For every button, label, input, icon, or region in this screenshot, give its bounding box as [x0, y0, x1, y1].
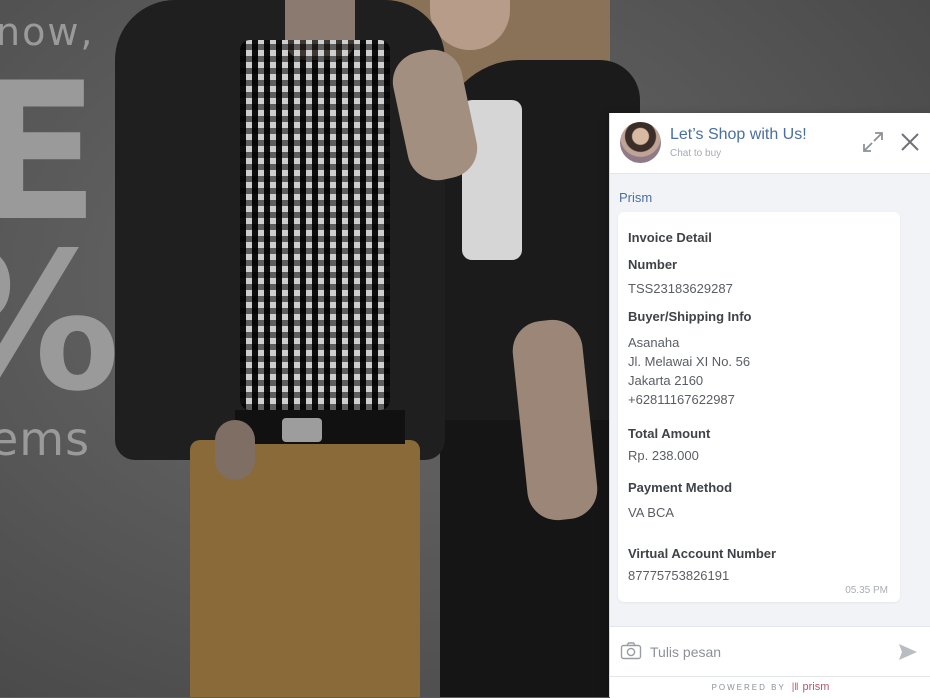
va-number-value: 87775753826191	[628, 568, 730, 583]
buyer-address: Jl. Melawai XI No. 56	[628, 354, 751, 369]
chat-title: Let’s Shop with Us!	[670, 126, 807, 143]
buyer-phone: +62811167622987	[628, 392, 735, 407]
send-icon	[899, 644, 917, 660]
message-composer	[610, 626, 930, 677]
chat-subtitle: Chat to buy	[670, 148, 722, 159]
prism-logo-icon: |‖	[791, 682, 799, 693]
total-amount-label: Total Amount	[628, 426, 711, 441]
model-man-hand	[215, 420, 255, 480]
powered-by-footer: POWERED BY |‖ prism	[610, 676, 930, 698]
buyer-info-label: Buyer/Shipping Info	[628, 309, 752, 324]
hero-text-percent: %	[0, 228, 120, 418]
attach-photo-button[interactable]	[620, 641, 642, 661]
invoice-message: Invoice Detail Number TSS23183629287 Buy…	[618, 212, 900, 602]
message-timestamp: 05.35 PM	[845, 585, 888, 596]
send-button[interactable]	[897, 641, 919, 663]
model-man-shirt	[240, 40, 390, 410]
prism-brand: prism	[802, 681, 830, 693]
hero-text-items: ems	[0, 412, 91, 466]
close-icon	[901, 133, 919, 151]
buyer-city: Jakarta 2160	[628, 373, 704, 388]
message-input[interactable]	[648, 639, 887, 665]
camera-icon	[620, 642, 642, 660]
model-man-pants	[190, 440, 420, 697]
model-man-buckle	[282, 418, 322, 442]
payment-method-value: VA BCA	[628, 505, 675, 520]
expand-icon	[863, 132, 883, 152]
chat-widget: Let’s Shop with Us! Chat to buy Prism In…	[609, 113, 930, 698]
buyer-name: Asanaha	[628, 335, 680, 350]
close-button[interactable]	[898, 130, 922, 154]
va-number-label: Virtual Account Number	[628, 546, 777, 561]
agent-avatar	[620, 122, 661, 163]
powered-by-text: POWERED BY	[711, 683, 786, 692]
chat-header: Let’s Shop with Us! Chat to buy	[610, 113, 930, 174]
total-amount-value: Rp. 238.000	[628, 448, 699, 463]
message-sender: Prism	[619, 190, 653, 205]
invoice-number-label: Number	[628, 257, 678, 272]
invoice-heading: Invoice Detail	[628, 230, 712, 245]
payment-method-label: Payment Method	[628, 480, 733, 495]
invoice-number-value: TSS23183629287	[628, 281, 733, 296]
expand-button[interactable]	[861, 130, 885, 154]
